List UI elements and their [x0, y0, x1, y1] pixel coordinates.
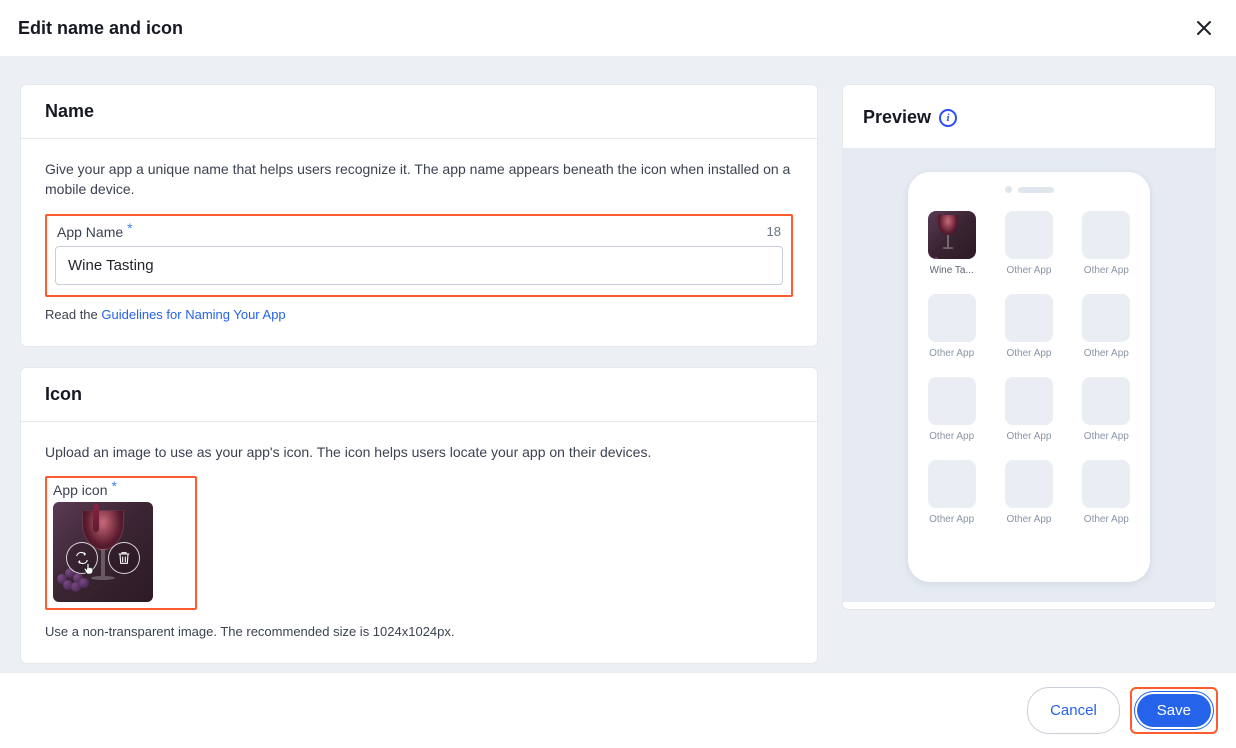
preview-header: Preview i: [843, 85, 1215, 148]
phone-mockup: Wine Ta... Other App Other App Other App…: [908, 172, 1150, 582]
preview-app-other: Other App: [999, 211, 1058, 276]
icon-hint: Use a non-transparent image. The recomme…: [45, 624, 793, 639]
cancel-button[interactable]: Cancel: [1027, 687, 1120, 734]
icon-description: Upload an image to use as your app's ico…: [45, 442, 793, 462]
app-icon-thumbnail[interactable]: [53, 502, 153, 602]
preview-app-other: Other App: [1077, 294, 1136, 359]
required-star-icon: *: [111, 478, 116, 494]
trash-icon: [116, 550, 132, 566]
icon-panel-header: Icon: [21, 368, 817, 422]
dialog-footer: Cancel Save: [0, 672, 1236, 748]
replace-icon-button[interactable]: [66, 542, 98, 574]
info-icon[interactable]: i: [939, 109, 957, 127]
dialog-title: Edit name and icon: [18, 18, 183, 39]
preview-app-other: Other App: [922, 460, 981, 525]
preview-app-other: Other App: [1077, 211, 1136, 276]
app-name-input[interactable]: [55, 246, 783, 285]
preview-app-other: Other App: [922, 377, 981, 442]
preview-app-other: Other App: [1077, 460, 1136, 525]
preview-app-label: Wine Ta...: [930, 265, 974, 276]
preview-app-other: Other App: [1077, 377, 1136, 442]
preview-panel: Preview i: [842, 84, 1216, 610]
name-panel-header: Name: [21, 85, 817, 139]
save-button[interactable]: Save: [1134, 691, 1214, 730]
preview-heading: Preview: [863, 107, 931, 128]
preview-app-other: Other App: [999, 460, 1058, 525]
name-panel: Name Give your app a unique name that he…: [20, 84, 818, 347]
name-panel-body: Give your app a unique name that helps u…: [21, 139, 817, 346]
name-heading: Name: [45, 101, 793, 122]
preview-app-other: Other App: [999, 377, 1058, 442]
naming-guidelines-link[interactable]: Guidelines for Naming Your App: [101, 307, 285, 322]
preview-app-primary: Wine Ta...: [922, 211, 981, 276]
close-button[interactable]: [1190, 14, 1218, 42]
app-icon-highlight: App icon*: [45, 476, 197, 610]
name-hint: Read the Guidelines for Naming Your App: [45, 307, 793, 322]
app-name-label: App Name*: [57, 224, 133, 240]
app-grid: Wine Ta... Other App Other App Other App…: [922, 211, 1136, 525]
preview-body: Wine Ta... Other App Other App Other App…: [843, 148, 1215, 602]
icon-panel: Icon Upload an image to use as your app'…: [20, 367, 818, 664]
cursor-hand-icon: [81, 561, 97, 577]
dialog-body: Name Give your app a unique name that he…: [0, 56, 1236, 684]
preview-app-icon: [928, 211, 976, 259]
icon-panel-body: Upload an image to use as your app's ico…: [21, 422, 817, 663]
required-star-icon: *: [127, 220, 132, 236]
app-icon-label: App icon*: [53, 482, 189, 498]
icon-heading: Icon: [45, 384, 793, 405]
name-description: Give your app a unique name that helps u…: [45, 159, 793, 200]
save-highlight: Save: [1130, 687, 1218, 734]
icon-action-row: [53, 542, 153, 574]
preview-app-other: Other App: [922, 294, 981, 359]
app-name-highlight: App Name* 18: [45, 214, 793, 297]
preview-column: Preview i: [842, 84, 1216, 656]
left-column: Name Give your app a unique name that he…: [20, 84, 818, 656]
dialog-header: Edit name and icon: [0, 0, 1236, 56]
delete-icon-button[interactable]: [108, 542, 140, 574]
phone-speaker: [922, 186, 1136, 193]
close-icon: [1196, 20, 1212, 36]
preview-app-other: Other App: [999, 294, 1058, 359]
char-count: 18: [767, 224, 781, 239]
